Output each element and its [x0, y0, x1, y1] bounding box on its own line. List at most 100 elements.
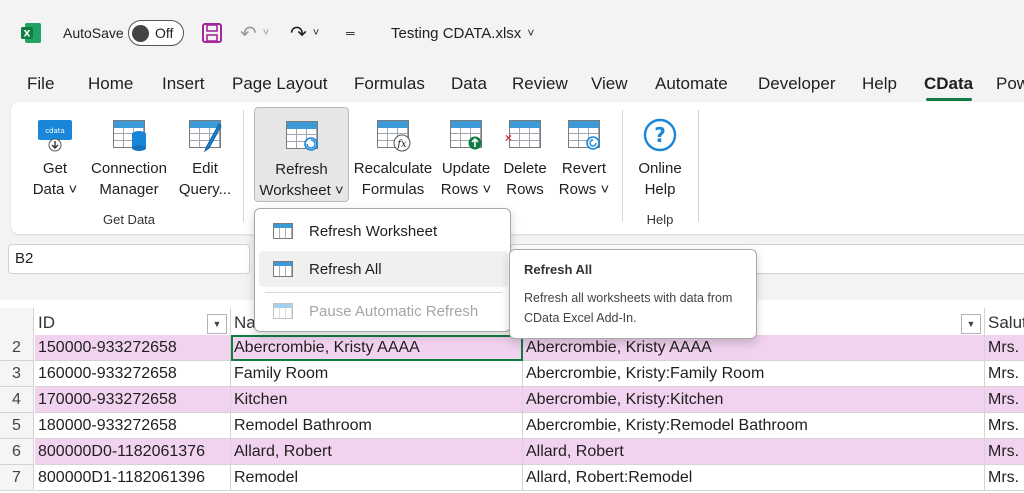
- header-cell-id[interactable]: ID ▼: [35, 308, 231, 338]
- undo-icon[interactable]: ↶ ˅: [240, 20, 269, 46]
- cell-id[interactable]: 170000-933272658: [35, 387, 231, 413]
- cell-name[interactable]: Allard, Robert: [231, 439, 523, 465]
- svg-text:fx: fx: [396, 139, 407, 150]
- cell-fullname[interactable]: Abercrombie, Kristy:Remodel Bathroom: [523, 413, 985, 439]
- cell-fullname[interactable]: Abercrombie, Kristy:Family Room: [523, 361, 985, 387]
- cell-name[interactable]: Remodel: [231, 465, 523, 491]
- refresh-dropdown-menu: Refresh Worksheet Refresh All Pause Auto…: [254, 208, 511, 332]
- row-header[interactable]: 6: [0, 439, 34, 465]
- table-row: 7 800000D1-1182061396 Remodel Allard, Ro…: [0, 465, 1024, 491]
- delete-rows-label-2: Rows: [506, 181, 544, 198]
- pause-refresh-icon: [273, 303, 293, 319]
- update-rows-icon: [448, 118, 484, 152]
- tab-formulas[interactable]: Formulas: [354, 74, 425, 94]
- ribbon: cdata Get Data ˅ Connection Manager Edit…: [11, 102, 1024, 234]
- menu-item-label: Refresh All: [309, 260, 382, 278]
- menu-item-pause-automatic-refresh[interactable]: Pause Automatic Refresh: [259, 293, 508, 329]
- menu-item-refresh-worksheet[interactable]: Refresh Worksheet: [259, 213, 508, 249]
- cell-salutation[interactable]: Mrs.: [985, 387, 1024, 413]
- tab-help[interactable]: Help: [862, 74, 897, 94]
- header-label: ID: [38, 313, 55, 332]
- cell-name[interactable]: Kitchen: [231, 387, 523, 413]
- row-header[interactable]: 7: [0, 465, 34, 491]
- header-cell-salutation[interactable]: Salut: [985, 308, 1024, 338]
- tooltip-title: Refresh All: [524, 262, 593, 277]
- autosave-label: AutoSave: [63, 25, 124, 41]
- group-separator: [243, 110, 244, 222]
- active-tab-indicator: [926, 98, 972, 101]
- edit-query-button[interactable]: Edit Query...: [175, 112, 235, 200]
- cell-id[interactable]: 180000-933272658: [35, 413, 231, 439]
- redo-icon[interactable]: ↷ ˅: [290, 20, 319, 46]
- delete-rows-label-1: Delete: [503, 160, 547, 177]
- cell-salutation[interactable]: Mrs.: [985, 361, 1024, 387]
- filter-dropdown-icon[interactable]: ▼: [961, 314, 981, 334]
- title-bar: X AutoSave Off ↶ ˅ ↷ ˅ ═ Testing CDATA.xls…: [0, 0, 1024, 64]
- cell-name[interactable]: Family Room: [231, 361, 523, 387]
- name-box[interactable]: B2: [8, 244, 250, 274]
- revert-rows-button[interactable]: Revert Rows ˅: [555, 112, 613, 200]
- menu-item-refresh-all[interactable]: Refresh All: [259, 251, 508, 287]
- group-label-get-data: Get Data: [102, 212, 156, 227]
- cell-fullname[interactable]: Abercrombie, Kristy:Kitchen: [523, 387, 985, 413]
- row-header[interactable]: 3: [0, 361, 34, 387]
- get-data-label-2: Data ˅: [32, 181, 78, 198]
- table-row: 2 150000-933272658 Abercrombie, Kristy A…: [0, 335, 1024, 361]
- cell-salutation[interactable]: Mrs.: [985, 439, 1024, 465]
- edit-query-label-2: Query...: [178, 181, 232, 198]
- update-rows-button[interactable]: Update Rows ˅: [437, 112, 495, 200]
- autosave-toggle[interactable]: Off: [128, 20, 184, 46]
- filter-dropdown-icon[interactable]: ▼: [207, 314, 227, 334]
- connection-manager-button[interactable]: Connection Manager: [85, 112, 173, 200]
- cell-salutation[interactable]: Mrs.: [985, 335, 1024, 361]
- revert-rows-label-2: Rows ˅: [558, 181, 610, 198]
- get-data-button[interactable]: cdata Get Data ˅: [27, 112, 83, 200]
- cell-salutation[interactable]: Mrs.: [985, 465, 1024, 491]
- recalculate-formulas-button[interactable]: fx Recalculate Formulas: [351, 112, 435, 200]
- refresh-worksheet-icon: [273, 223, 293, 239]
- tab-review[interactable]: Review: [512, 74, 568, 94]
- refresh-worksheet-button[interactable]: Refresh Worksheet ˅: [254, 107, 349, 202]
- tab-page-layout[interactable]: Page Layout: [232, 74, 327, 94]
- cell-id[interactable]: 800000D1-1182061396: [35, 465, 231, 491]
- svg-text:X: X: [24, 30, 31, 40]
- excel-logo-icon: X: [20, 20, 42, 46]
- delete-rows-button[interactable]: × Delete Rows: [497, 112, 553, 200]
- header-label: Salut: [988, 313, 1024, 332]
- customize-toolbar-icon[interactable]: ═: [346, 20, 355, 46]
- cell-id[interactable]: 800000D0-1182061376: [35, 439, 231, 465]
- tab-automate[interactable]: Automate: [655, 74, 728, 94]
- tab-file[interactable]: File: [27, 74, 54, 94]
- tab-power[interactable]: Pow: [996, 74, 1024, 94]
- revert-rows-icon: [566, 118, 602, 152]
- cell-salutation[interactable]: Mrs.: [985, 413, 1024, 439]
- tab-home[interactable]: Home: [88, 74, 133, 94]
- save-icon[interactable]: [201, 20, 223, 46]
- chevron-down-icon: ˅: [527, 26, 535, 40]
- tab-developer[interactable]: Developer: [758, 74, 836, 94]
- recalculate-label-2: Formulas: [361, 181, 425, 198]
- row-header[interactable]: 4: [0, 387, 34, 413]
- cell-id[interactable]: 150000-933272658: [35, 335, 231, 361]
- tooltip-refresh-all: Refresh All Refresh all worksheets with …: [509, 249, 757, 339]
- tab-insert[interactable]: Insert: [162, 74, 205, 94]
- table-row: 3 160000-933272658 Family Room Abercromb…: [0, 361, 1024, 387]
- file-title-dropdown[interactable]: Testing CDATA.xlsx ˅: [391, 20, 534, 46]
- group-separator: [622, 110, 623, 222]
- online-help-button[interactable]: ? Online Help: [631, 112, 689, 200]
- cell-id[interactable]: 160000-933272658: [35, 361, 231, 387]
- table-row: 6 800000D0-1182061376 Allard, Robert All…: [0, 439, 1024, 465]
- tab-view[interactable]: View: [591, 74, 628, 94]
- tab-data[interactable]: Data: [451, 74, 487, 94]
- group-label-help: Help: [646, 212, 674, 227]
- cell-fullname[interactable]: Allard, Robert: [523, 439, 985, 465]
- update-rows-label-2: Rows ˅: [440, 181, 492, 198]
- tab-cdata[interactable]: CData: [924, 74, 973, 94]
- cell-name-selected[interactable]: Abercrombie, Kristy AAAA: [231, 335, 523, 361]
- cell-fullname[interactable]: Allard, Robert:Remodel: [523, 465, 985, 491]
- connection-manager-label-1: Connection: [91, 160, 167, 177]
- cell-name[interactable]: Remodel Bathroom: [231, 413, 523, 439]
- row-header[interactable]: 5: [0, 413, 34, 439]
- row-header[interactable]: 2: [0, 335, 34, 361]
- svg-text:?: ?: [654, 123, 666, 147]
